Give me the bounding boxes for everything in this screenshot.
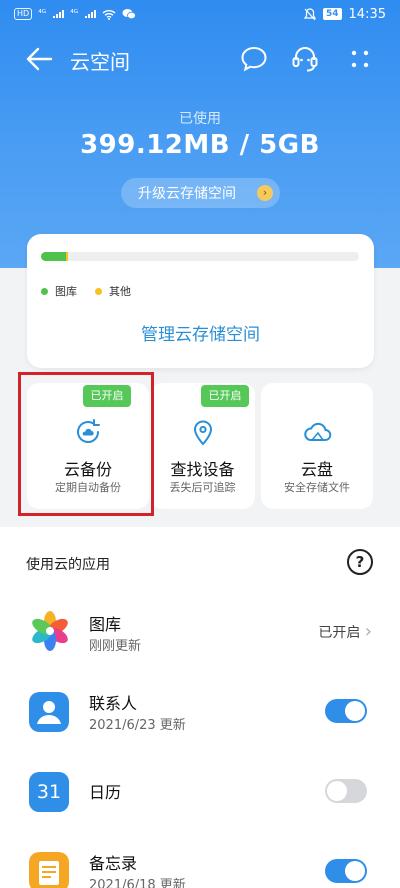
signal-bars-icon-2 [85,10,97,18]
back-arrow-icon[interactable] [24,46,54,72]
notes-sync-toggle[interactable] [325,859,367,883]
legend-label-gallery: 图库 [55,285,77,298]
upgrade-storage-button[interactable]: 升级云存储空间 › [121,178,280,208]
legend-other: 其他 [95,283,131,299]
calendar-icon: 31 [29,772,69,812]
more-options-icon[interactable] [345,44,375,74]
enabled-badge: 已开启 [201,385,249,407]
battery-indicator: 54 [323,8,342,20]
wechat-icon [122,9,137,20]
signal-icon: ⁴ᴳ [38,9,47,19]
customer-service-headset-icon[interactable] [290,44,320,74]
service-tile-cloud-drive[interactable]: 云盘 安全存储文件 [261,383,373,509]
used-storage-value: 399.12MB / 5GB [80,130,320,160]
cloud-icon [304,422,332,441]
hd-chip: HD [14,8,33,20]
service-tile-find-device[interactable]: 已开启 查找设备 丢失后可追踪 [150,383,255,509]
app-name-contacts: 联系人 [89,694,138,713]
legend-label-other: 其他 [109,285,131,298]
calendar-sync-toggle[interactable] [325,779,367,803]
page-title: 云空间 [70,50,130,74]
top-app-bar: 云空间 [0,38,400,80]
app-subtitle-notes: 2021/6/18 更新 [89,878,186,888]
contacts-sync-toggle[interactable] [325,699,367,723]
toggle-knob [327,781,347,801]
storage-legend: 图库 其他 [41,283,131,299]
location-pin-icon [193,420,212,446]
tile-subtitle-cloud-drive: 安全存储文件 [284,481,350,494]
app-row-contacts: 联系人 2021/6/23 更新 [0,687,400,747]
section-title: 使用云的应用 [26,557,110,573]
help-icon[interactable]: ? [347,549,373,575]
storage-usage-card: 图库 其他 管理云存储空间 [27,234,374,368]
message-icon[interactable] [239,44,269,74]
contacts-icon [29,692,69,732]
clock: 14:35 [348,6,386,22]
legend-dot-gallery [41,287,48,295]
mute-bell-icon [304,7,316,20]
signal-bars-icon [53,10,65,18]
notes-icon [29,852,69,888]
app-row-gallery[interactable]: 图库 刚刚更新 已开启 › [0,608,400,668]
legend-gallery: 图库 [41,283,77,299]
tile-title-cloud-drive: 云盘 [300,460,333,479]
highlight-box [18,372,154,516]
gallery-usage-segment [41,252,66,261]
cloud-apps-section: 使用云的应用 ? 图库 刚刚更新 已开启 › 联系人 2021/6/23 更新 … [0,527,400,888]
chevron-right-icon: › [364,621,372,642]
signal-icon-2: ⁴ᴳ [70,9,79,19]
tile-title-find-device: 查找设备 [170,460,235,479]
app-subtitle-contacts: 2021/6/23 更新 [89,718,186,733]
toggle-knob [345,701,365,721]
toggle-knob [345,861,365,881]
app-name-notes: 备忘录 [89,854,138,873]
app-row-calendar: 31 日历 [0,767,400,827]
app-name-gallery: 图库 [89,615,122,634]
app-row-notes: 备忘录 2021/6/18 更新 [0,847,400,888]
upgrade-storage-label: 升级云存储空间 [138,186,236,202]
status-bar: HD ⁴ᴳ ⁴ᴳ 54 14:35 [0,0,400,28]
manage-storage-link[interactable]: 管理云存储空间 [27,320,374,345]
other-usage-segment [66,252,68,261]
used-label: 已使用 [179,111,221,127]
app-subtitle-gallery: 刚刚更新 [89,639,142,654]
storage-usage-bar [41,252,359,261]
gallery-icon [32,611,68,651]
tile-subtitle-find-device: 丢失后可追踪 [169,481,236,494]
app-name-calendar: 日历 [89,783,122,802]
chevron-right-icon: › [257,185,273,201]
gallery-status-label: 已开启 [318,625,361,641]
gallery-status: 已开启 › [318,621,372,642]
wifi-icon [102,9,116,20]
legend-dot-other [95,287,102,295]
